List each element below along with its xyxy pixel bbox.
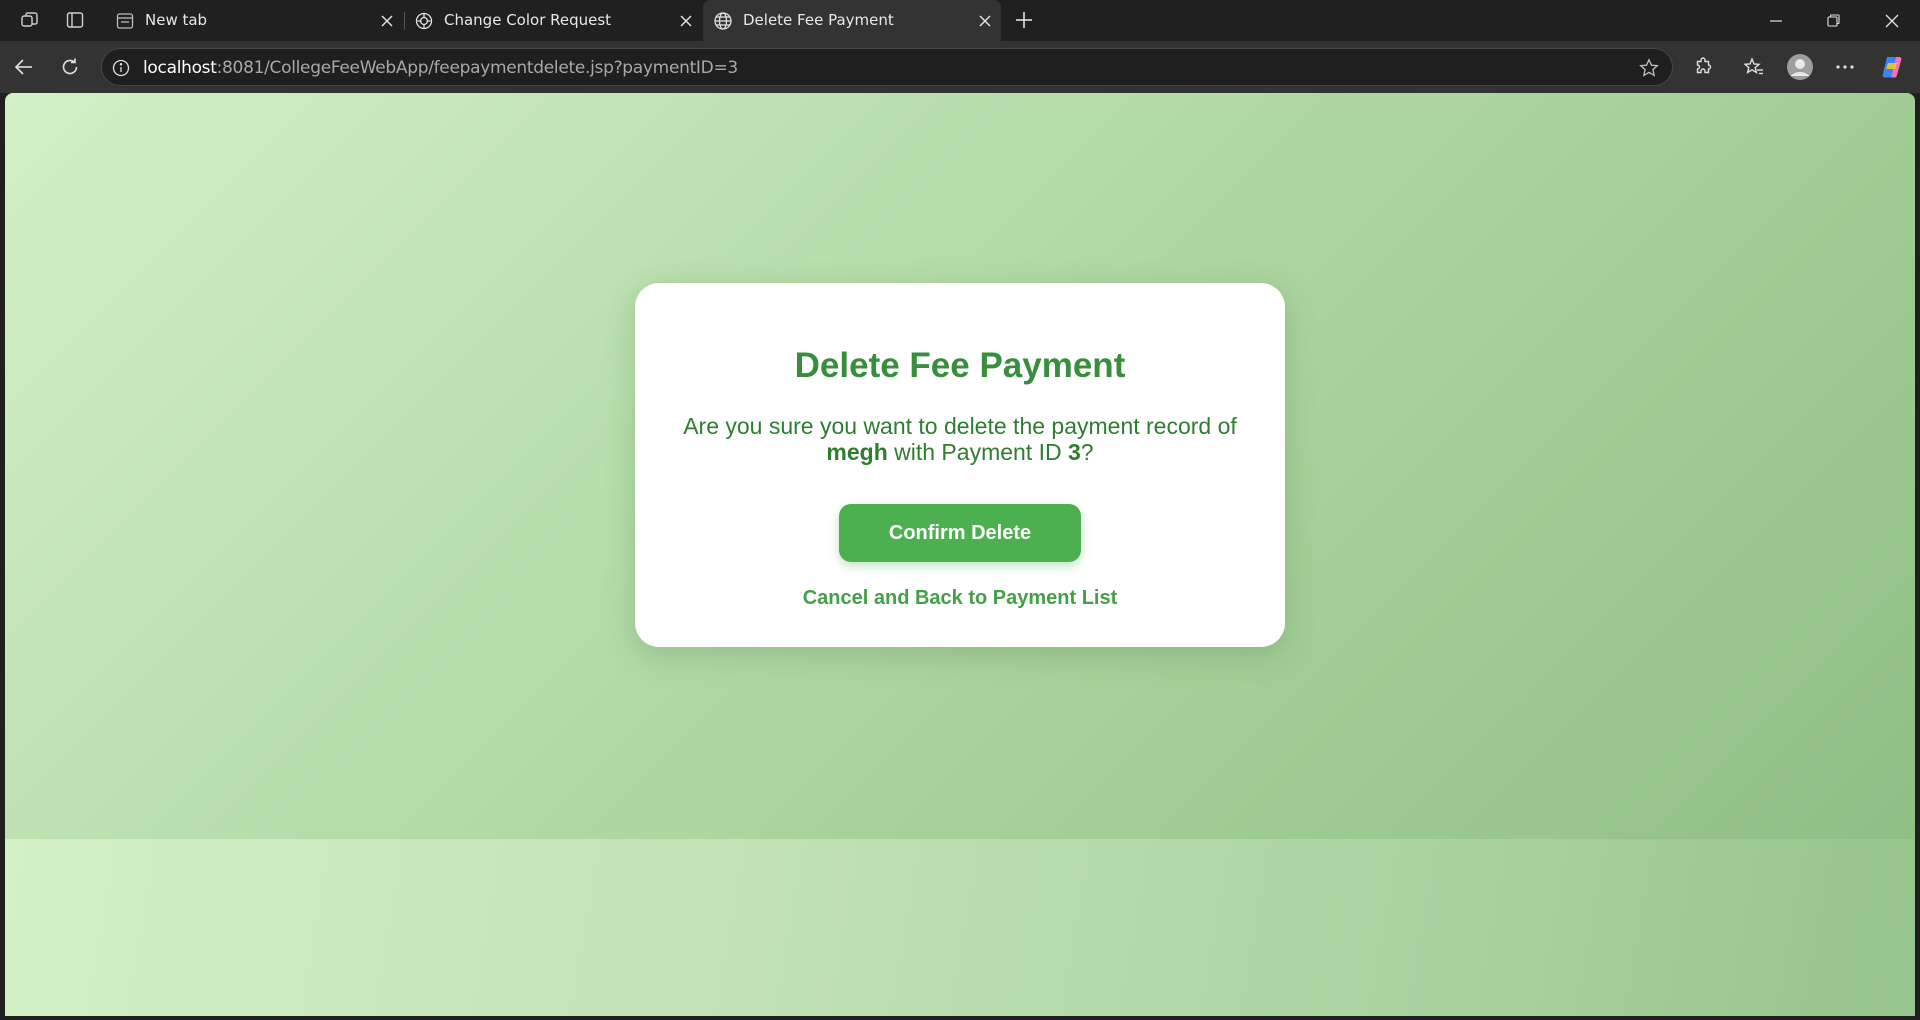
confirmation-message: Are you sure you want to delete the paym… [675, 413, 1245, 465]
url-text[interactable]: localhost:8081/CollegeFeeWebApp/feepayme… [143, 58, 738, 78]
tab-delete-fee-payment[interactable]: Delete Fee Payment [703, 0, 1001, 41]
page-background-lower [5, 839, 1915, 1016]
message-suffix: ? [1080, 439, 1094, 465]
profile-avatar-icon[interactable] [1782, 49, 1818, 85]
confirm-delete-button[interactable]: Confirm Delete [839, 504, 1081, 562]
tab-title: New tab [145, 11, 208, 29]
window-bottom-border [0, 1016, 1920, 1020]
delete-confirmation-card: Delete Fee Payment Are you sure you want… [635, 283, 1285, 647]
message-middle: with Payment ID [894, 439, 1062, 465]
favorite-star-icon[interactable] [1638, 57, 1660, 79]
page-title: Delete Fee Payment [794, 346, 1126, 385]
cancel-back-link[interactable]: Cancel and Back to Payment List [635, 587, 1285, 610]
new-tab-icon [115, 11, 135, 31]
minimize-icon[interactable] [1747, 0, 1804, 41]
close-tab-icon[interactable] [375, 9, 399, 33]
copilot-icon[interactable] [1874, 49, 1910, 85]
url-host: localhost [143, 58, 217, 78]
tab-change-color-request[interactable]: Change Color Request [404, 0, 702, 41]
more-options-icon[interactable] [1827, 49, 1863, 85]
tab-new-tab[interactable]: New tab [105, 0, 403, 41]
close-tab-icon[interactable] [674, 9, 698, 33]
page-viewport: Delete Fee Payment Are you sure you want… [5, 93, 1915, 1016]
back-arrow-icon[interactable] [6, 49, 42, 85]
payment-id: 3 [1067, 439, 1081, 465]
reload-icon[interactable] [52, 49, 88, 85]
browser-titlebar: New tab Change Color Request Delete Fee … [0, 0, 1920, 41]
message-prefix: Are you sure you want to delete the paym… [683, 413, 1237, 439]
tab-title: Delete Fee Payment [743, 11, 894, 29]
site-info-icon[interactable] [110, 57, 132, 79]
new-tab-plus-icon[interactable] [1008, 6, 1040, 34]
workspaces-icon[interactable] [14, 6, 46, 34]
chatgpt-icon [414, 11, 434, 31]
address-bar[interactable]: localhost:8081/CollegeFeeWebApp/feepayme… [101, 48, 1673, 86]
tab-title: Change Color Request [444, 11, 612, 29]
close-window-icon[interactable] [1863, 0, 1920, 41]
favorites-icon[interactable] [1736, 49, 1772, 85]
extensions-icon[interactable] [1685, 49, 1721, 85]
tab-actions-icon[interactable] [59, 6, 91, 34]
close-tab-icon[interactable] [973, 9, 997, 33]
globe-icon [713, 11, 733, 31]
restore-icon[interactable] [1805, 0, 1862, 41]
browser-toolbar: localhost:8081/CollegeFeeWebApp/feepayme… [0, 41, 1920, 93]
url-path: :8081/CollegeFeeWebApp/feepaymentdelete.… [216, 58, 739, 78]
student-name: megh [826, 439, 888, 465]
